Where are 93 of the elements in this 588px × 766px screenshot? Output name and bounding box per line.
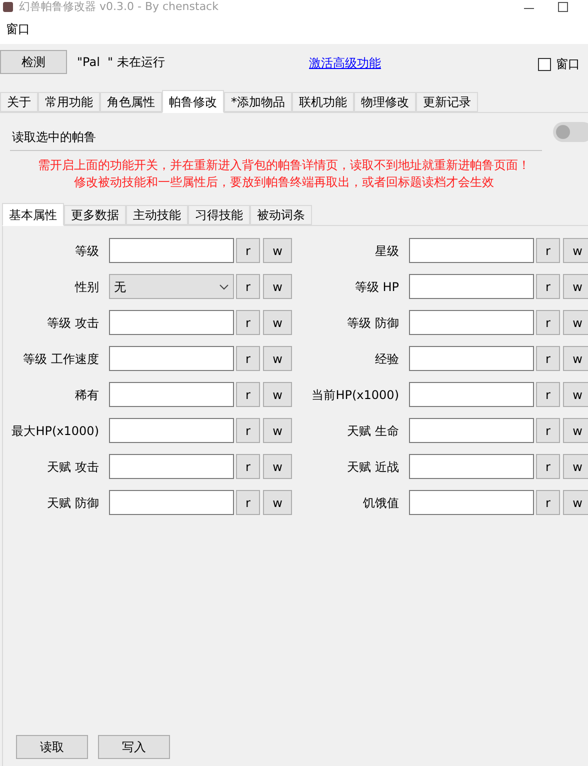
input-field[interactable] <box>109 454 234 479</box>
input-field[interactable] <box>409 274 534 299</box>
write-button[interactable]: w <box>263 382 292 407</box>
read-button[interactable]: r <box>536 346 560 371</box>
write-button[interactable]: w <box>563 418 588 443</box>
write-button[interactable]: w <box>563 490 588 515</box>
field-label: 等级 <box>74 242 99 260</box>
read-button[interactable]: r <box>236 382 260 407</box>
field-label: 饥饿值 <box>362 494 399 512</box>
section-label: 读取选中的帕鲁 <box>12 128 96 146</box>
read-button[interactable]: r <box>236 454 260 479</box>
tab[interactable]: 联机功能 <box>292 92 354 112</box>
menu-item[interactable]: 窗口 <box>6 20 30 38</box>
action-button[interactable]: 读取 <box>16 735 88 759</box>
tab[interactable]: 关于 <box>0 92 38 112</box>
write-button[interactable]: w <box>263 274 292 299</box>
input-field[interactable] <box>109 418 234 443</box>
read-button[interactable]: r <box>536 490 560 515</box>
read-button[interactable]: r <box>236 274 260 299</box>
write-button[interactable]: w <box>563 274 588 299</box>
write-button[interactable]: w <box>263 490 292 515</box>
window-title: 幻兽帕鲁修改器 v0.3.0 - By chenstack <box>19 1 218 13</box>
read-button[interactable]: r <box>536 274 560 299</box>
read-button[interactable]: r <box>236 238 260 263</box>
subtab[interactable]: 基本属性 <box>2 203 64 226</box>
read-button[interactable]: r <box>536 418 560 443</box>
field-label: 天赋 攻击 <box>46 458 99 476</box>
chevron-down-icon <box>219 284 229 290</box>
input-field[interactable] <box>109 346 234 371</box>
field-label: 天赋 防御 <box>46 494 99 512</box>
warning-text: 修改被动技能和一些属性后，要放到帕鲁终端再取出，或者回标题读档才会生效 <box>74 174 494 191</box>
warning-text: 需开启上面的功能开关，并在重新进入背包的帕鲁详情页，读取不到地址就重新进帕鲁页面！ <box>38 157 530 174</box>
read-button[interactable]: r <box>236 418 260 443</box>
write-button[interactable]: w <box>563 454 588 479</box>
write-button[interactable]: w <box>263 454 292 479</box>
input-field[interactable] <box>109 490 234 515</box>
input-field[interactable] <box>409 346 534 371</box>
field-label: 等级 攻击 <box>46 314 99 332</box>
field-label: 天赋 生命 <box>346 422 399 440</box>
read-button[interactable]: r <box>236 490 260 515</box>
tab[interactable]: 帕鲁修改 <box>162 90 224 113</box>
write-button[interactable]: w <box>563 310 588 335</box>
input-field[interactable] <box>109 310 234 335</box>
field-label: 性别 <box>74 278 99 296</box>
maximize-icon[interactable] <box>558 2 568 12</box>
read-button[interactable]: r <box>236 310 260 335</box>
field-label: 天赋 近战 <box>346 458 399 476</box>
write-button[interactable]: w <box>563 346 588 371</box>
read-button[interactable]: r <box>536 310 560 335</box>
checkbox-label: 窗口 <box>556 56 580 73</box>
field-label: 最大HP(x1000) <box>10 422 99 440</box>
tab[interactable]: 常用功能 <box>38 92 100 112</box>
read-button[interactable]: r <box>236 346 260 371</box>
toggle-switch[interactable] <box>553 122 588 142</box>
input-field[interactable] <box>409 310 534 335</box>
write-button[interactable]: w <box>263 310 292 335</box>
field-label: 等级 工作速度 <box>22 350 99 368</box>
subtab[interactable]: 更多数据 <box>64 205 126 225</box>
tab[interactable]: 更新记录 <box>416 92 478 112</box>
input-field[interactable] <box>409 418 534 443</box>
input-field[interactable] <box>409 382 534 407</box>
field-label: 等级 HP <box>354 278 399 296</box>
subtab[interactable]: 习得技能 <box>188 205 250 225</box>
write-button[interactable]: w <box>563 238 588 263</box>
action-button[interactable]: 写入 <box>98 735 170 759</box>
app-icon <box>3 2 13 12</box>
field-label: 稀有 <box>74 386 99 404</box>
field-label: 星级 <box>374 242 399 260</box>
input-field[interactable] <box>109 382 234 407</box>
subtab[interactable]: 主动技能 <box>126 205 188 225</box>
write-button[interactable]: w <box>263 238 292 263</box>
write-button[interactable]: w <box>563 382 588 407</box>
gender-dropdown[interactable]: 无 <box>109 274 234 299</box>
field-label: 经验 <box>374 350 399 368</box>
field-label: 当前HP(x1000) <box>310 386 399 404</box>
input-field[interactable] <box>109 238 234 263</box>
field-label: 等级 防御 <box>346 314 399 332</box>
write-button[interactable]: w <box>263 418 292 443</box>
tab[interactable]: 物理修改 <box>354 92 416 112</box>
input-field[interactable] <box>409 490 534 515</box>
tab[interactable]: *添加物品 <box>224 92 292 112</box>
input-field[interactable] <box>409 238 534 263</box>
tab[interactable]: 角色属性 <box>100 92 162 112</box>
topmost-checkbox[interactable] <box>538 58 551 70</box>
write-button[interactable]: w <box>263 346 292 371</box>
status-text: "Pal " 未在运行 <box>77 54 165 71</box>
read-button[interactable]: r <box>536 454 560 479</box>
activate-link[interactable]: 激活高级功能 <box>309 54 381 72</box>
detect-button[interactable]: 检测 <box>0 50 67 74</box>
input-field[interactable] <box>409 454 534 479</box>
subtab[interactable]: 被动词条 <box>250 205 312 225</box>
read-button[interactable]: r <box>536 382 560 407</box>
read-button[interactable]: r <box>536 238 560 263</box>
